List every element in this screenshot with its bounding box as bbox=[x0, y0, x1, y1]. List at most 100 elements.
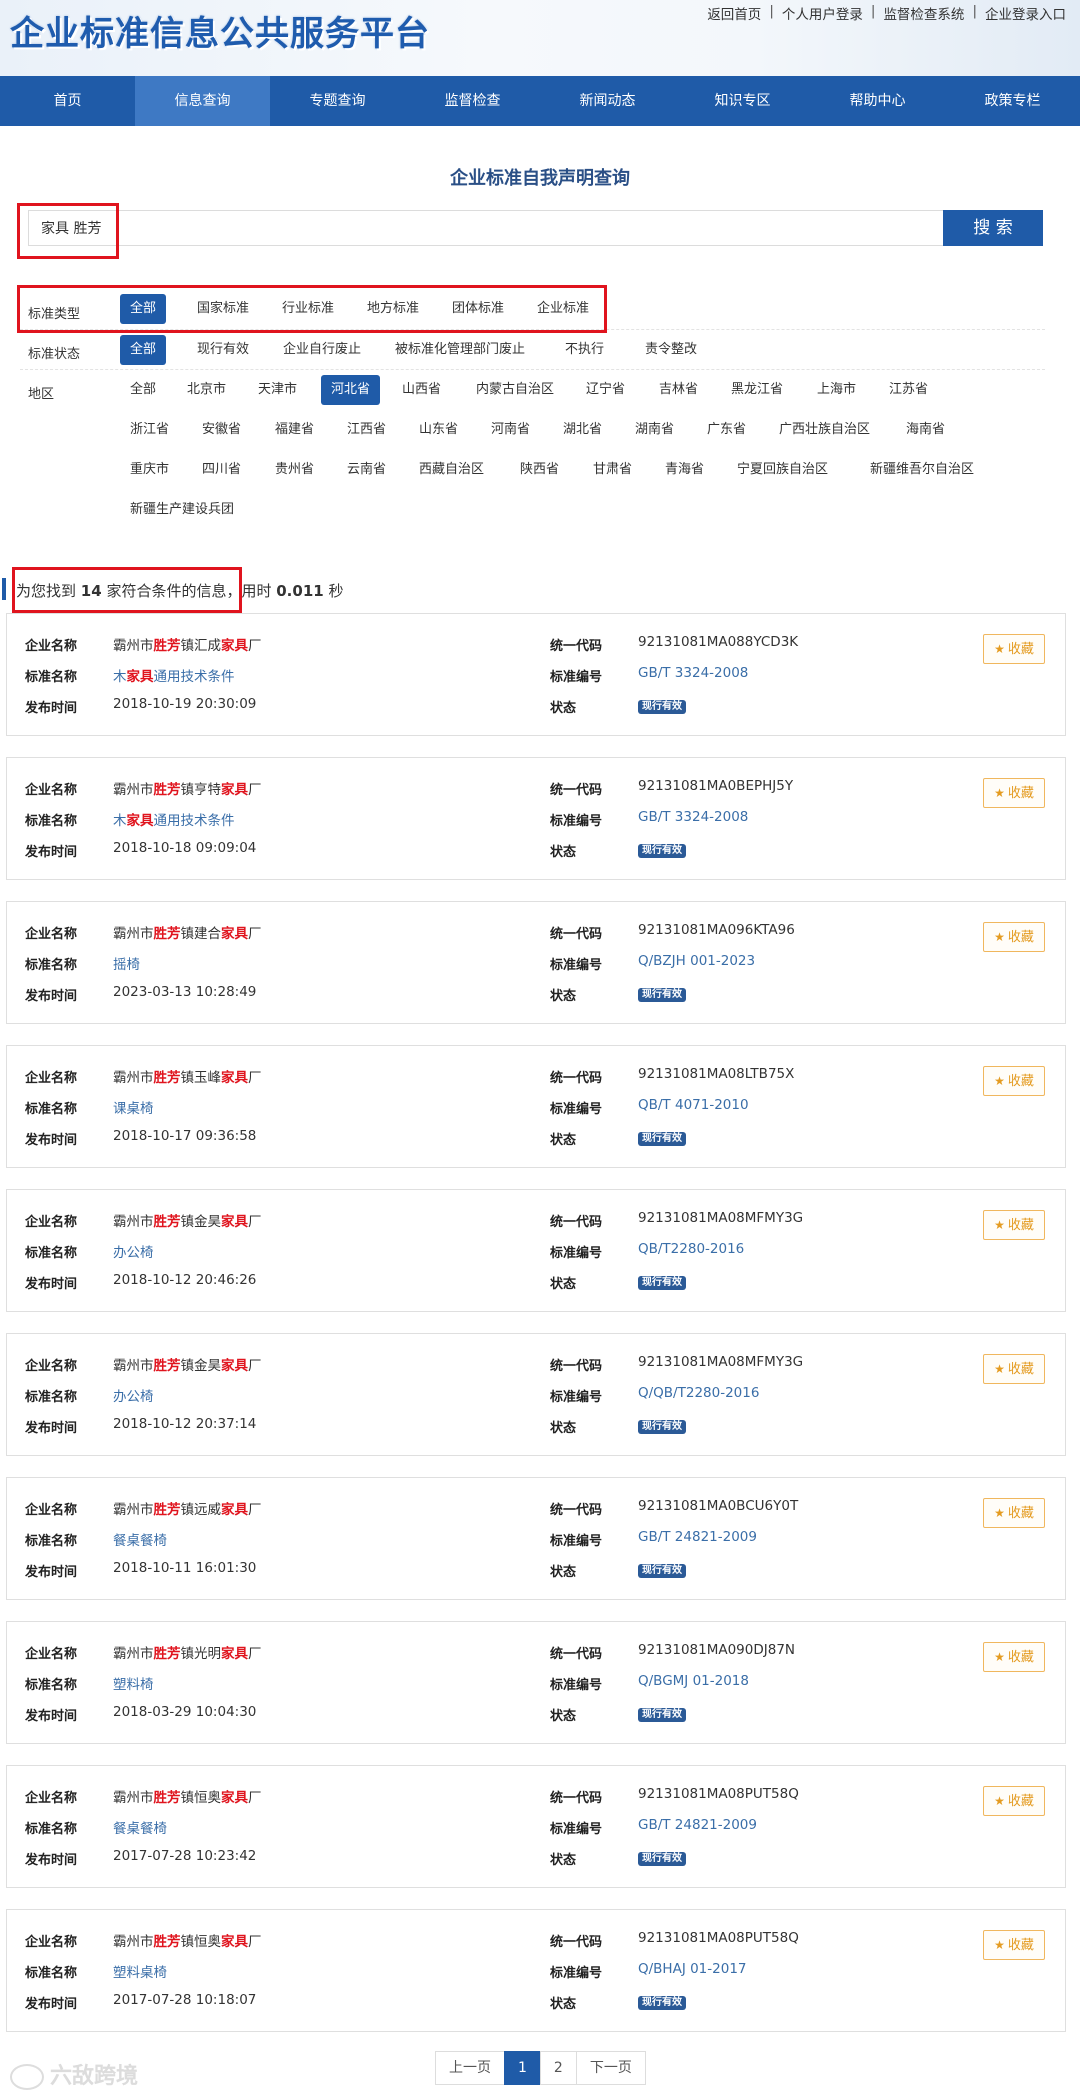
nav-topic-query[interactable]: 专题查询 bbox=[270, 76, 405, 126]
region-chip[interactable]: 西藏自治区 bbox=[409, 455, 494, 485]
company-name[interactable]: 霸州市胜芳镇建合家具厂 bbox=[113, 922, 262, 942]
standard-name-link[interactable]: 塑料椅 bbox=[113, 1673, 154, 1693]
region-chip[interactable]: 河南省 bbox=[481, 415, 540, 445]
region-chip[interactable]: 青海省 bbox=[655, 455, 714, 485]
favorite-button[interactable]: ★ 收藏 bbox=[983, 1642, 1045, 1672]
filter-status-self-abolished[interactable]: 企业自行废止 bbox=[273, 335, 371, 365]
home-link[interactable]: 返回首页 bbox=[707, 3, 761, 23]
favorite-button[interactable]: ★ 收藏 bbox=[983, 1210, 1045, 1240]
region-chip[interactable]: 甘肃省 bbox=[583, 455, 642, 485]
region-chip[interactable]: 湖北省 bbox=[553, 415, 612, 445]
region-chip[interactable]: 山东省 bbox=[409, 415, 468, 445]
inspection-system-link[interactable]: 监督检查系统 bbox=[883, 3, 964, 23]
company-name[interactable]: 霸州市胜芳镇汇成家具厂 bbox=[113, 634, 262, 654]
filter-status-valid[interactable]: 现行有效 bbox=[187, 335, 259, 365]
region-chip[interactable]: 上海市 bbox=[807, 375, 866, 405]
region-chip[interactable]: 重庆市 bbox=[120, 455, 179, 485]
region-chip[interactable]: 广东省 bbox=[697, 415, 756, 445]
nav-inspection[interactable]: 监督检查 bbox=[405, 76, 540, 126]
page-2-button[interactable]: 2 bbox=[539, 2051, 577, 2085]
region-chip[interactable]: 浙江省 bbox=[120, 415, 179, 445]
standard-number-link[interactable]: Q/BGMJ 01-2018 bbox=[638, 1673, 749, 1689]
nav-home[interactable]: 首页 bbox=[0, 76, 135, 126]
standard-number-link[interactable]: QB/T2280-2016 bbox=[638, 1241, 744, 1257]
standard-name-link[interactable]: 餐桌餐椅 bbox=[113, 1529, 167, 1549]
region-chip[interactable]: 云南省 bbox=[337, 455, 396, 485]
prev-page-button[interactable]: 上一页 bbox=[435, 2051, 505, 2085]
standard-name-link[interactable]: 摇椅 bbox=[113, 953, 140, 973]
next-page-button[interactable]: 下一页 bbox=[575, 2051, 646, 2085]
search-button[interactable]: 搜 索 bbox=[943, 210, 1043, 246]
site-logo[interactable]: 企业标准信息公共服务平台 bbox=[10, 6, 430, 55]
filter-status-not-executed[interactable]: 不执行 bbox=[555, 335, 614, 365]
region-chip[interactable]: 全部 bbox=[120, 375, 166, 405]
company-name[interactable]: 霸州市胜芳镇金昊家具厂 bbox=[113, 1210, 262, 1230]
standard-number-link[interactable]: Q/QB/T2280-2016 bbox=[638, 1385, 759, 1401]
star-icon: ★ bbox=[994, 1938, 1005, 1952]
region-chip[interactable]: 广西壮族自治区 bbox=[769, 415, 880, 445]
standard-name-link[interactable]: 木家具通用技术条件 bbox=[113, 665, 235, 685]
favorite-button[interactable]: ★ 收藏 bbox=[983, 1498, 1045, 1528]
search-input[interactable] bbox=[41, 211, 921, 245]
company-name[interactable]: 霸州市胜芳镇光明家具厂 bbox=[113, 1642, 262, 1662]
standard-number-link[interactable]: Q/BHAJ 01-2017 bbox=[638, 1961, 747, 1977]
standard-name-link[interactable]: 塑料桌椅 bbox=[113, 1961, 167, 1981]
company-name[interactable]: 霸州市胜芳镇金昊家具厂 bbox=[113, 1354, 262, 1374]
region-chip[interactable]: 山西省 bbox=[392, 375, 451, 405]
page-1-button[interactable]: 1 bbox=[504, 2051, 541, 2085]
standard-number-link[interactable]: Q/BZJH 001-2023 bbox=[638, 953, 755, 969]
filter-status-rectify[interactable]: 责令整改 bbox=[635, 335, 707, 365]
region-chip[interactable]: 新疆维吾尔自治区 bbox=[860, 455, 984, 485]
region-chip[interactable]: 安徽省 bbox=[192, 415, 251, 445]
region-chip[interactable]: 江西省 bbox=[337, 415, 396, 445]
nav-policy[interactable]: 政策专栏 bbox=[945, 76, 1080, 126]
company-name[interactable]: 霸州市胜芳镇恒奥家具厂 bbox=[113, 1786, 262, 1806]
region-chip[interactable]: 内蒙古自治区 bbox=[466, 375, 564, 405]
favorite-button[interactable]: ★ 收藏 bbox=[983, 922, 1045, 952]
standard-name-link[interactable]: 办公椅 bbox=[113, 1385, 154, 1405]
standard-name-link[interactable]: 课桌椅 bbox=[113, 1097, 154, 1117]
region-chip[interactable]: 吉林省 bbox=[649, 375, 708, 405]
favorite-button[interactable]: ★ 收藏 bbox=[983, 1786, 1045, 1816]
favorite-button[interactable]: ★ 收藏 bbox=[983, 1930, 1045, 1960]
favorite-button[interactable]: ★ 收藏 bbox=[983, 1354, 1045, 1384]
company-name[interactable]: 霸州市胜芳镇恒奥家具厂 bbox=[113, 1930, 262, 1950]
nav-help[interactable]: 帮助中心 bbox=[810, 76, 945, 126]
filter-status-all[interactable]: 全部 bbox=[120, 335, 167, 365]
nav-news[interactable]: 新闻动态 bbox=[540, 76, 675, 126]
region-chip[interactable]: 新疆生产建设兵团 bbox=[120, 495, 244, 525]
region-chip[interactable]: 湖南省 bbox=[625, 415, 684, 445]
favorite-button[interactable]: ★ 收藏 bbox=[983, 778, 1045, 808]
region-chip[interactable]: 贵州省 bbox=[265, 455, 324, 485]
standard-name-link[interactable]: 办公椅 bbox=[113, 1241, 154, 1261]
date-label: 发布时间 bbox=[25, 1133, 78, 1148]
standard-number-link[interactable]: GB/T 24821-2009 bbox=[638, 1817, 757, 1833]
enterprise-login-link[interactable]: 企业登录入口 bbox=[985, 3, 1066, 23]
personal-login-link[interactable]: 个人用户登录 bbox=[782, 3, 863, 23]
region-chip[interactable]: 海南省 bbox=[896, 415, 955, 445]
standard-number-link[interactable]: GB/T 24821-2009 bbox=[638, 1529, 757, 1545]
company-name[interactable]: 霸州市胜芳镇远威家具厂 bbox=[113, 1498, 262, 1518]
region-chip-hebei[interactable]: 河北省 bbox=[321, 375, 381, 405]
standard-number-link[interactable]: QB/T 4071-2010 bbox=[638, 1097, 749, 1113]
standard-name-link[interactable]: 餐桌餐椅 bbox=[113, 1817, 167, 1837]
company-name[interactable]: 霸州市胜芳镇亨特家具厂 bbox=[113, 778, 262, 798]
standard-number-link[interactable]: GB/T 3324-2008 bbox=[638, 665, 748, 681]
filter-status-admin-abolished[interactable]: 被标准化管理部门废止 bbox=[385, 335, 535, 365]
standard-name-link[interactable]: 木家具通用技术条件 bbox=[113, 809, 235, 829]
region-chip[interactable]: 福建省 bbox=[265, 415, 324, 445]
region-chip[interactable]: 陕西省 bbox=[510, 455, 569, 485]
region-chip[interactable]: 辽宁省 bbox=[576, 375, 635, 405]
favorite-button[interactable]: ★ 收藏 bbox=[983, 1066, 1045, 1096]
region-chip[interactable]: 四川省 bbox=[192, 455, 251, 485]
region-chip[interactable]: 北京市 bbox=[177, 375, 236, 405]
company-name[interactable]: 霸州市胜芳镇玉峰家具厂 bbox=[113, 1066, 262, 1086]
favorite-button[interactable]: ★ 收藏 bbox=[983, 634, 1045, 664]
nav-knowledge[interactable]: 知识专区 bbox=[675, 76, 810, 126]
nav-info-query[interactable]: 信息查询 bbox=[135, 76, 270, 126]
region-chip[interactable]: 黑龙江省 bbox=[721, 375, 793, 405]
region-chip[interactable]: 江苏省 bbox=[879, 375, 938, 405]
standard-number-link[interactable]: GB/T 3324-2008 bbox=[638, 809, 748, 825]
region-chip[interactable]: 天津市 bbox=[248, 375, 307, 405]
region-chip[interactable]: 宁夏回族自治区 bbox=[727, 455, 838, 485]
